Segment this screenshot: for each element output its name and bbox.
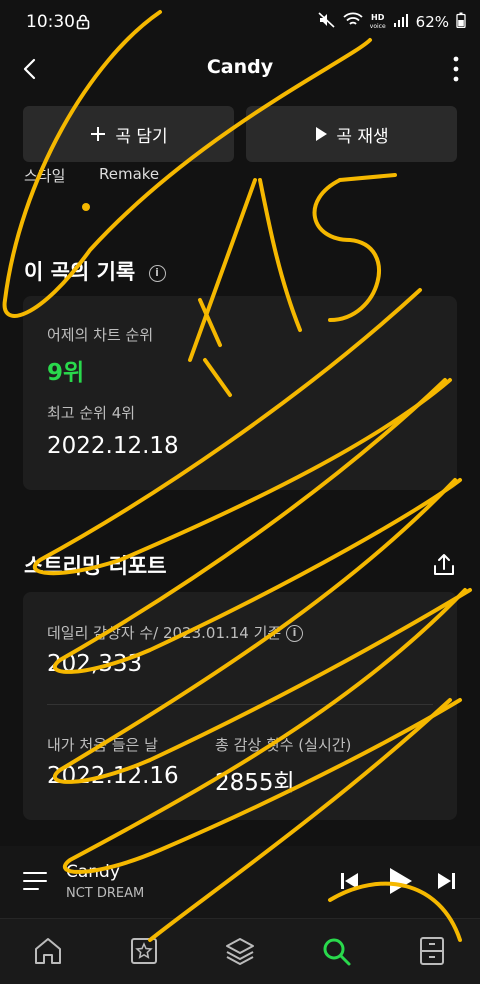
daily-listeners-value: 202,333: [47, 651, 143, 677]
total-plays-value: 2855회: [215, 770, 295, 796]
status-time: 10:30: [26, 12, 75, 32]
info-icon[interactable]: i: [148, 264, 166, 282]
style-label: 스타일: [24, 167, 66, 185]
divider: [47, 704, 433, 705]
storage-drawer-icon[interactable]: [416, 935, 448, 967]
top-app-bar: Candy: [0, 44, 480, 94]
first-listen-label: 내가 처음 들은 날: [47, 736, 158, 754]
mute-icon: [318, 12, 336, 32]
battery-percent: 62%: [415, 13, 449, 31]
battery-icon: [456, 12, 466, 32]
status-bar: 10:30 HD voice 62%: [0, 0, 480, 44]
hd-voice-icon: HD voice: [369, 12, 386, 31]
my-music-icon[interactable]: [128, 935, 160, 967]
total-plays-label: 총 감상 횟수 (실시간): [215, 736, 352, 754]
best-rank-label: 최고 순위 4위: [47, 404, 136, 422]
first-listen-value: 2022.12.16: [47, 763, 179, 789]
library-layers-icon[interactable]: [224, 935, 256, 967]
daily-listeners-label: 데일리 감상자 수/ 2023.01.14 기준 i: [47, 622, 303, 643]
record-title-text: 이 곡의 기록: [24, 260, 136, 284]
share-icon[interactable]: [431, 552, 457, 578]
play-song-label: 곡 재생: [336, 126, 389, 147]
best-rank-date: 2022.12.18: [47, 433, 179, 459]
page-title: Candy: [206, 56, 274, 78]
add-to-playlist-label: 곡 담기: [115, 126, 168, 147]
home-icon[interactable]: [32, 935, 64, 967]
mini-player[interactable]: Candy NCT DREAM: [0, 846, 480, 918]
play-song-button[interactable]: 곡 재생: [246, 106, 457, 162]
playlist-menu-icon[interactable]: [22, 870, 48, 892]
style-value: Remake: [99, 165, 160, 183]
previous-track-icon[interactable]: [338, 870, 360, 892]
bottom-navigation: [0, 918, 480, 984]
player-artist: NCT DREAM: [66, 886, 145, 901]
voice-label: voice: [369, 22, 386, 30]
plus-icon: [91, 127, 106, 141]
daily-info-icon[interactable]: i: [286, 625, 303, 642]
record-card: 어제의 차트 순위 9위 최고 순위 4위 2022.12.18: [23, 296, 457, 490]
lock-icon: [76, 14, 90, 34]
yesterday-rank-value: 9위: [47, 360, 85, 386]
player-song-title: Candy: [66, 862, 120, 882]
report-card: 데일리 감상자 수/ 2023.01.14 기준 i 202,333 내가 처음…: [23, 592, 457, 820]
record-section-title: 이 곡의 기록 i: [24, 256, 166, 286]
search-icon[interactable]: [320, 935, 352, 967]
report-section-title: 스트리밍 리포트: [24, 554, 167, 578]
add-to-playlist-button[interactable]: 곡 담기: [23, 106, 234, 162]
yesterday-rank-label: 어제의 차트 순위: [47, 326, 154, 344]
daily-listeners-label-text: 데일리 감상자 수/ 2023.01.14 기준: [47, 624, 282, 642]
next-track-icon[interactable]: [436, 870, 458, 892]
play-icon-player[interactable]: [386, 866, 414, 896]
hd-label: HD: [371, 12, 385, 22]
wifi-icon: [343, 12, 363, 32]
signal-icon: [393, 13, 409, 31]
play-icon: [316, 127, 328, 141]
more-options-icon[interactable]: [452, 54, 460, 84]
